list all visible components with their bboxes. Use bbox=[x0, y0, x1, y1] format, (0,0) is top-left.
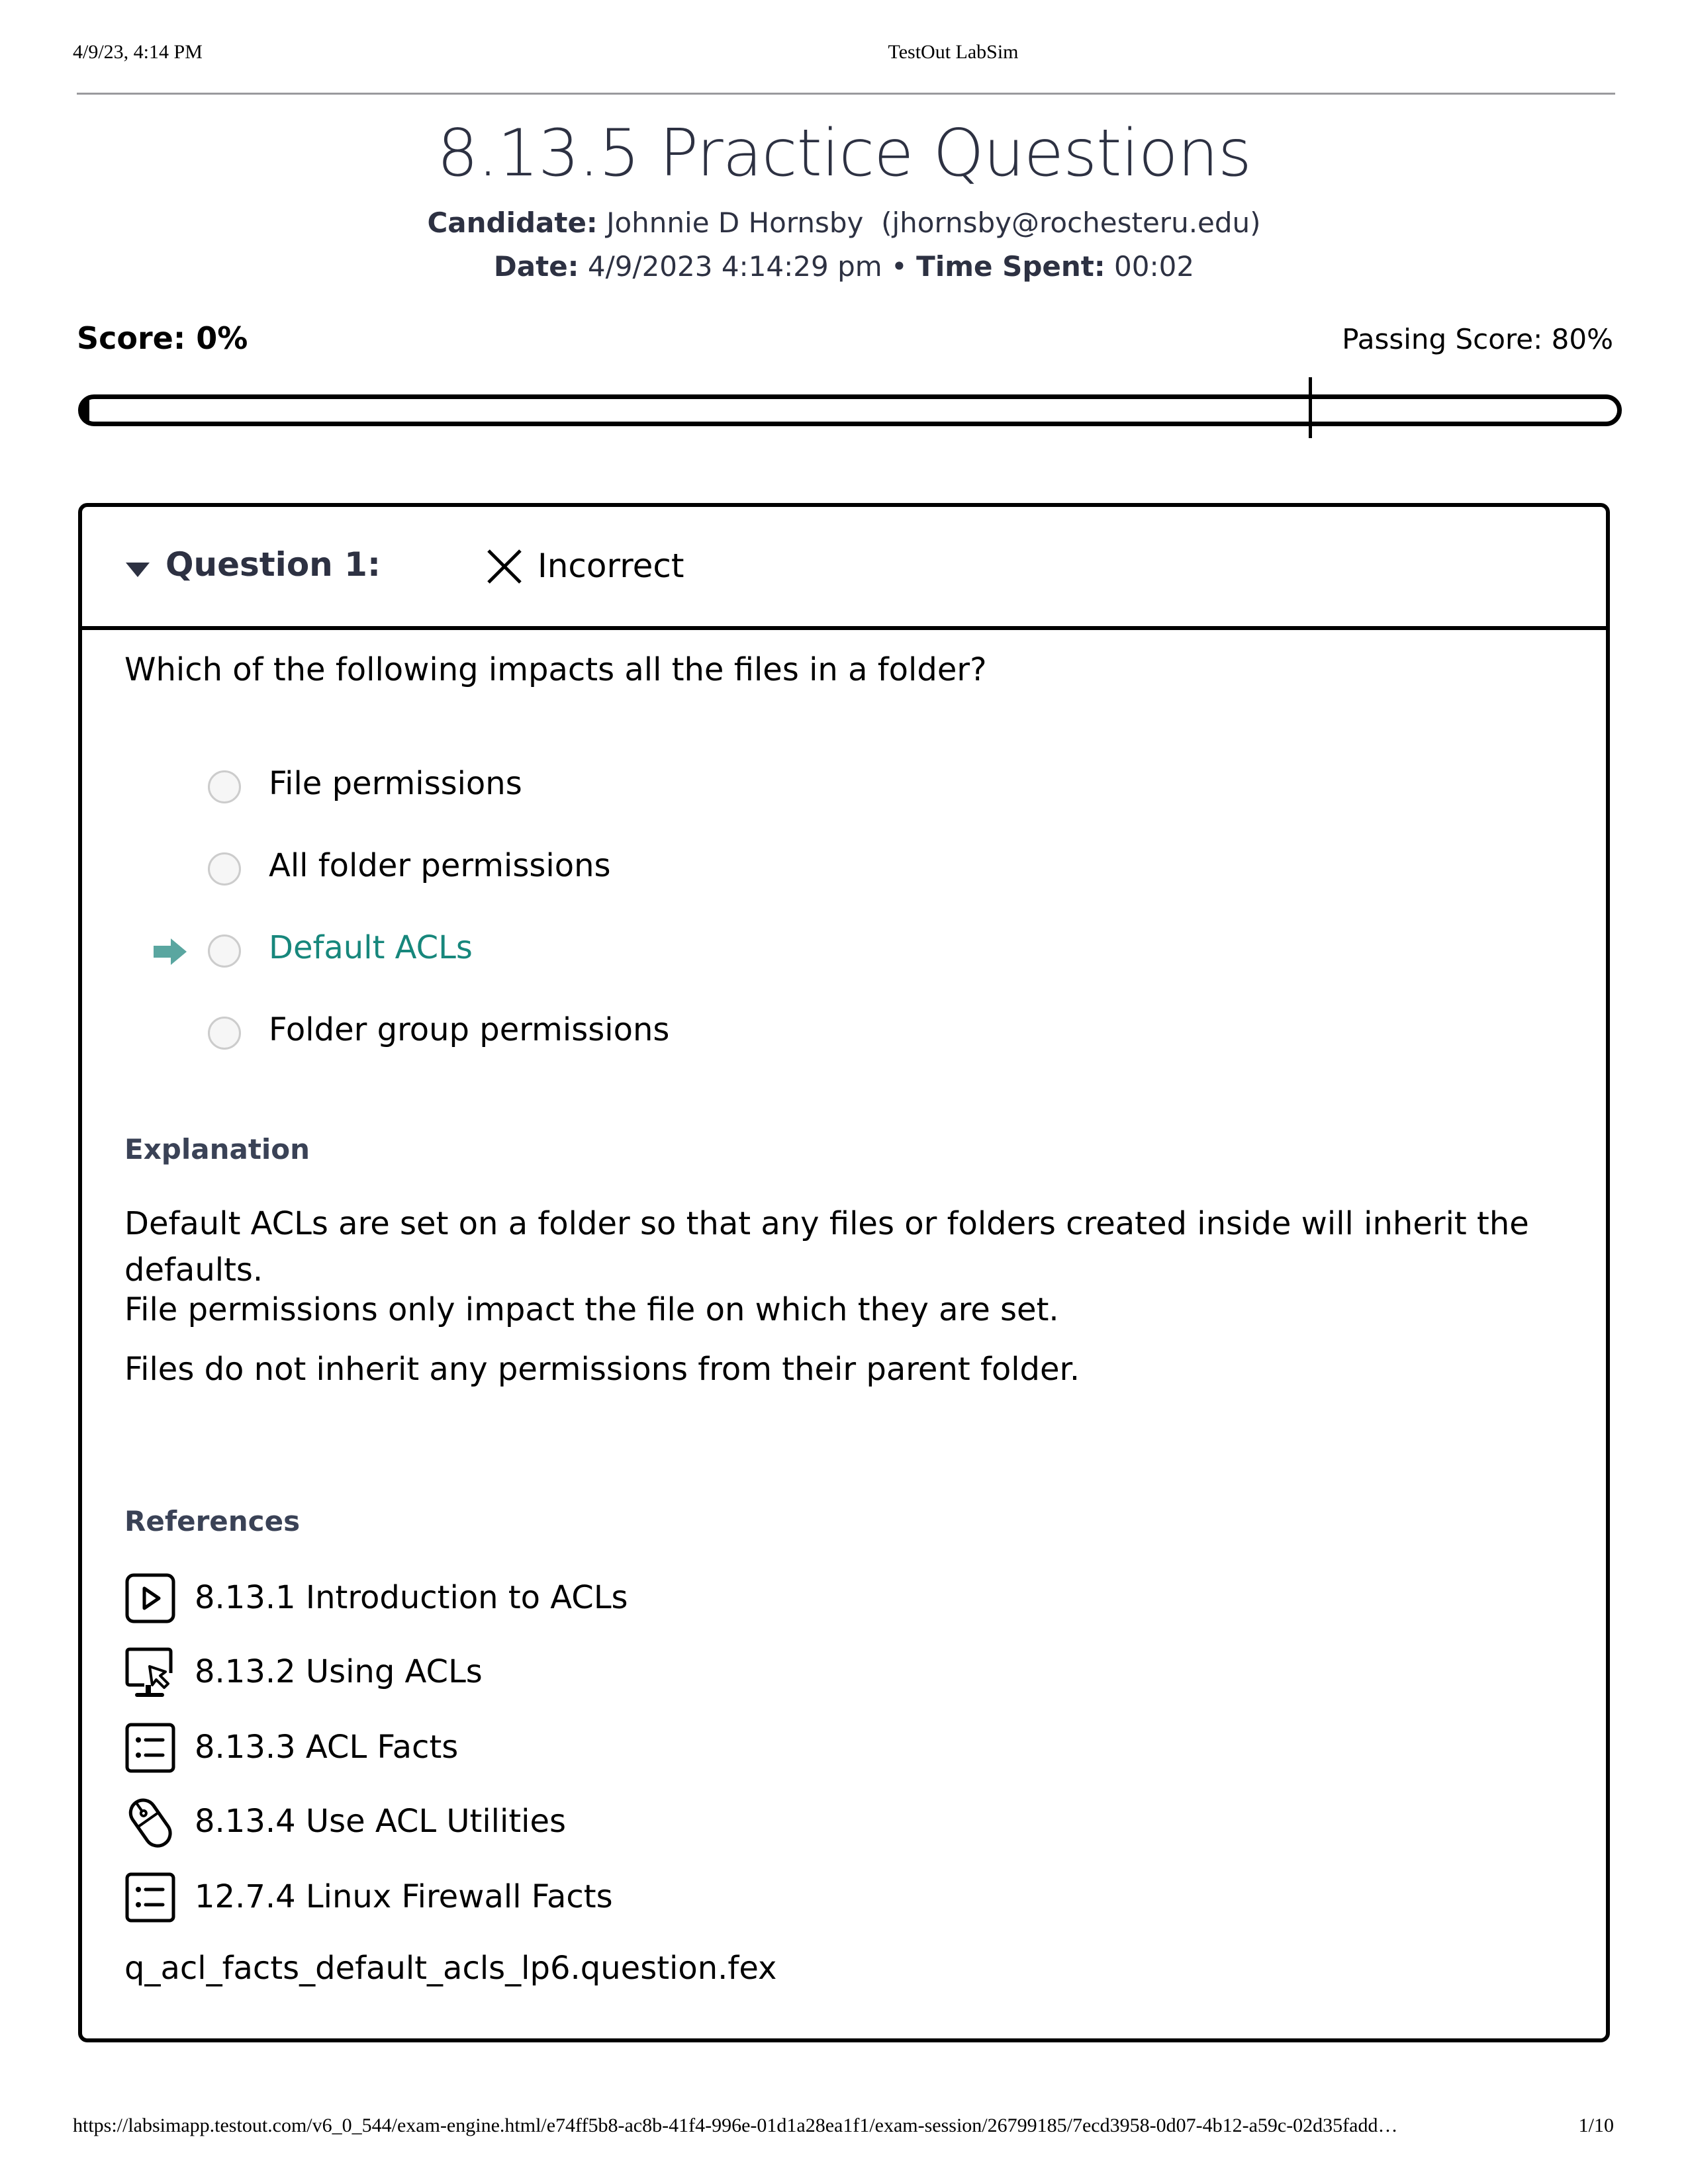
question-header[interactable]: Question 1: Incorrect bbox=[82, 507, 1606, 630]
x-icon bbox=[487, 549, 522, 584]
question-text: Which of the following impacts all the f… bbox=[124, 651, 987, 688]
candidate-label: Candidate: bbox=[427, 206, 598, 239]
answer-option[interactable]: Folder group permissions bbox=[82, 1009, 1606, 1062]
score-progress-fill bbox=[83, 399, 89, 422]
explanation-paragraph: Files do not inherit any permissions fro… bbox=[124, 1351, 1080, 1388]
score-label: Score: 0% bbox=[77, 320, 248, 356]
reference-link[interactable]: 8.13.4 Use ACL Utilities bbox=[124, 1796, 1117, 1856]
page-number: 1/10 bbox=[1578, 2115, 1614, 2136]
reference-link[interactable]: 12.7.4 Linux Firewall Facts bbox=[124, 1872, 1117, 1931]
question-card: Question 1: Incorrect Which of the follo… bbox=[78, 503, 1610, 2042]
print-title: TestOut LabSim bbox=[888, 41, 1019, 63]
reference-label: 12.7.4 Linux Firewall Facts bbox=[195, 1878, 613, 1915]
passing-score-marker bbox=[1309, 377, 1313, 438]
page-url: https://labsimapp.testout.com/v6_0_544/e… bbox=[73, 2115, 1398, 2136]
reference-label: 8.13.3 ACL Facts bbox=[195, 1729, 459, 1766]
answer-option-correct[interactable]: Default ACLs bbox=[82, 927, 1606, 979]
demo-monitor-icon bbox=[125, 1647, 173, 1697]
correct-answer-arrow-icon bbox=[154, 938, 187, 965]
reference-link[interactable]: 8.13.3 ACL Facts bbox=[124, 1722, 1117, 1782]
reference-link[interactable]: 8.13.2 Using ACLs bbox=[124, 1647, 1117, 1706]
answer-option[interactable]: File permissions bbox=[82, 762, 1606, 815]
reference-label: 8.13.1 Introduction to ACLs bbox=[195, 1579, 628, 1616]
facts-list-icon bbox=[125, 1872, 175, 1923]
answer-label: File permissions bbox=[269, 765, 522, 802]
candidate-value: Johnnie D Hornsby (jhornsby@rochesteru.e… bbox=[606, 206, 1261, 239]
radio-button[interactable] bbox=[208, 770, 241, 803]
answer-label: Folder group permissions bbox=[269, 1011, 670, 1048]
answer-label: All folder permissions bbox=[269, 847, 611, 884]
explanation-heading: Explanation bbox=[124, 1133, 310, 1165]
reference-label: 8.13.4 Use ACL Utilities bbox=[195, 1803, 567, 1840]
page-title: 8.13.5 Practice Questions bbox=[437, 116, 1252, 191]
separator: • bbox=[891, 250, 908, 283]
header-divider bbox=[77, 93, 1615, 95]
passing-score-label: Passing Score: 80% bbox=[1342, 323, 1613, 355]
time-spent-value: 00:02 bbox=[1114, 250, 1195, 283]
lab-mouse-icon bbox=[128, 1798, 172, 1848]
time-spent-label: Time Spent: bbox=[916, 250, 1105, 283]
radio-button[interactable] bbox=[208, 852, 241, 886]
radio-button[interactable] bbox=[208, 1017, 241, 1050]
answer-label: Default ACLs bbox=[269, 929, 473, 966]
explanation-paragraph: Default ACLs are set on a folder so that… bbox=[124, 1205, 1529, 1289]
result-status: Incorrect bbox=[538, 547, 684, 585]
caret-down-icon[interactable] bbox=[126, 563, 150, 577]
score-progress-bar bbox=[78, 394, 1622, 426]
question-number: Question 1: bbox=[165, 545, 381, 584]
explanation-paragraph: File permissions only impact the file on… bbox=[124, 1291, 1059, 1328]
radio-button[interactable] bbox=[208, 934, 241, 968]
facts-list-icon bbox=[125, 1723, 175, 1773]
date-value: 4/9/2023 4:14:29 pm bbox=[587, 250, 882, 283]
reference-link[interactable]: 8.13.1 Introduction to ACLs bbox=[124, 1572, 1117, 1632]
date-label: Date: bbox=[493, 250, 579, 283]
reference-label: 8.13.2 Using ACLs bbox=[195, 1653, 483, 1690]
answer-option[interactable]: All folder permissions bbox=[82, 844, 1606, 897]
video-play-icon bbox=[125, 1573, 175, 1623]
question-filename: q_acl_facts_default_acls_lp6.question.fe… bbox=[124, 1950, 777, 1987]
date-line: Date: 4/9/2023 4:14:29 pm • Time Spent: … bbox=[0, 250, 1688, 283]
candidate-line: Candidate: Johnnie D Hornsby (jhornsby@r… bbox=[0, 206, 1688, 239]
references-heading: References bbox=[124, 1505, 301, 1537]
